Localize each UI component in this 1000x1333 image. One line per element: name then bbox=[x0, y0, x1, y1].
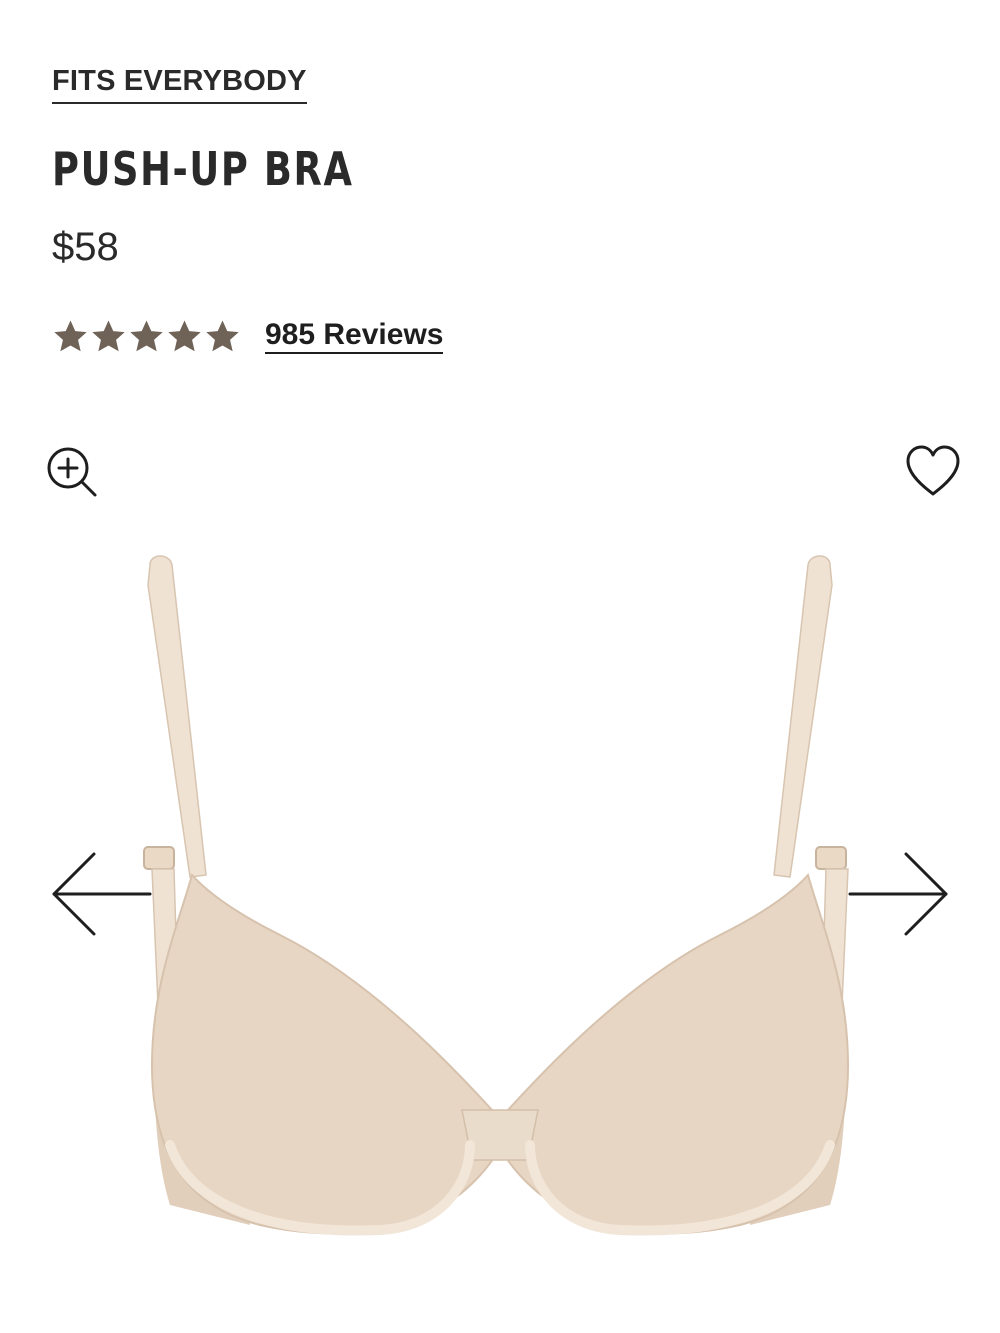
star-icon bbox=[130, 319, 163, 351]
star-icon bbox=[168, 319, 201, 351]
collection-link[interactable]: FITS EVERYBODY bbox=[52, 65, 307, 104]
product-rating: 985 Reviews bbox=[52, 314, 444, 358]
bra-illustration bbox=[143, 555, 850, 1236]
product-image bbox=[130, 545, 870, 1245]
arrow-left-icon bbox=[52, 852, 152, 936]
star-icon bbox=[206, 319, 239, 351]
reviews-link[interactable]: 985 Reviews bbox=[265, 318, 444, 355]
product-price: $58 bbox=[52, 225, 119, 269]
star-rating bbox=[52, 318, 241, 355]
heart-icon bbox=[906, 445, 960, 496]
zoom-button[interactable] bbox=[44, 444, 100, 500]
product-title: PUSH-UP BRA bbox=[52, 142, 354, 196]
zoom-in-icon bbox=[47, 447, 97, 497]
wishlist-button[interactable] bbox=[904, 444, 962, 498]
next-image-button[interactable] bbox=[846, 850, 950, 938]
star-icon bbox=[92, 319, 125, 351]
arrow-right-icon bbox=[848, 852, 948, 936]
star-icon bbox=[54, 319, 87, 351]
previous-image-button[interactable] bbox=[50, 850, 154, 938]
